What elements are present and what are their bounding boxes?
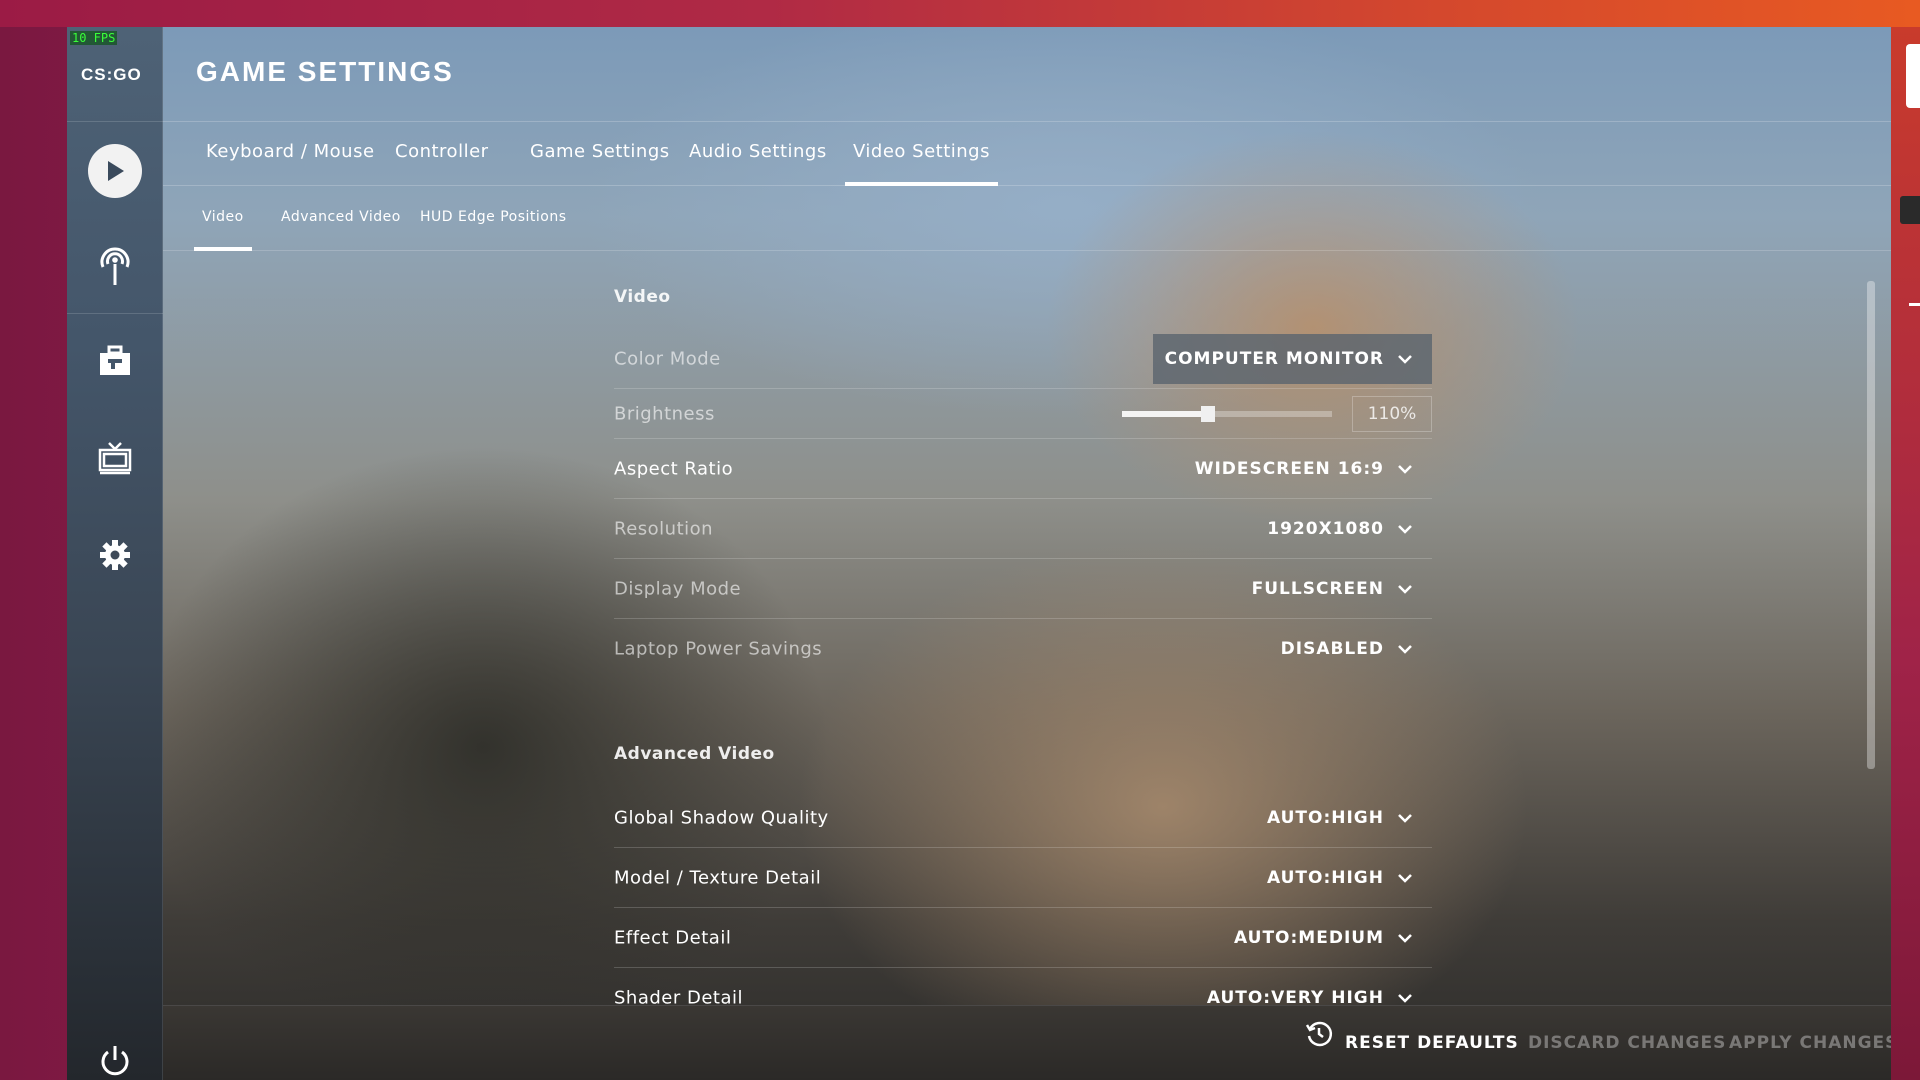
settings-header: GAME SETTINGS <box>163 27 1891 122</box>
setting-row-shadow-quality: Global Shadow Quality AUTO:HIGH <box>614 788 1432 848</box>
game-window: 10 FPS CS:GO GAME SETTINGS Keyboard / Mo… <box>67 27 1891 1080</box>
setting-row-color-mode: Color Mode COMPUTER MONITOR <box>614 329 1432 389</box>
setting-row-texture-detail: Model / Texture Detail AUTO:HIGH <box>614 848 1432 908</box>
power-icon <box>99 1043 131 1080</box>
divider <box>67 121 163 122</box>
quit-button[interactable] <box>67 1027 163 1080</box>
dropdown-value: AUTO:HIGH <box>1266 867 1384 888</box>
slider-handle[interactable] <box>1201 405 1216 422</box>
reset-defaults-button[interactable]: RESET DEFAULTS <box>1305 1006 1519 1080</box>
setting-label: Laptop Power Savings <box>614 638 823 660</box>
resolution-dropdown[interactable]: 1920X1080 <box>1255 504 1432 554</box>
chevron-down-icon <box>1398 868 1412 888</box>
chevron-down-icon <box>1398 349 1412 369</box>
desktop-top-bar <box>0 0 1920 27</box>
desktop-side-marker <box>1909 303 1920 306</box>
desktop-side-tab[interactable] <box>1900 196 1920 224</box>
watch-tv-icon <box>97 441 133 479</box>
setting-label: Display Mode <box>614 578 742 599</box>
shader-detail-dropdown[interactable]: AUTO:VERY HIGH <box>1195 973 1432 1006</box>
dropdown-value: COMPUTER MONITOR <box>1164 348 1384 369</box>
dropdown-value: DISABLED <box>1280 639 1384 659</box>
watch-button[interactable] <box>67 425 163 495</box>
section-title-video: Video <box>614 287 671 307</box>
inventory-button[interactable] <box>67 328 163 398</box>
setting-row-resolution: Resolution 1920X1080 <box>614 499 1432 559</box>
chevron-down-icon <box>1398 639 1412 659</box>
reset-defaults-label: RESET DEFAULTS <box>1345 1033 1519 1053</box>
play-button[interactable] <box>67 136 163 206</box>
setting-row-display-mode: Display Mode FULLSCREEN <box>614 559 1432 619</box>
tab-keyboard-mouse[interactable]: Keyboard / Mouse <box>198 122 383 186</box>
chevron-down-icon <box>1398 928 1412 948</box>
tab-controller[interactable]: Controller <box>387 122 497 186</box>
chevron-down-icon <box>1398 988 1412 1006</box>
broadcast-icon <box>96 245 134 291</box>
texture-detail-dropdown[interactable]: AUTO:HIGH <box>1255 853 1432 903</box>
setting-row-aspect-ratio: Aspect Ratio WIDESCREEN 16:9 <box>614 439 1432 499</box>
logo-text: CS:GO <box>81 65 142 84</box>
brightness-slider[interactable] <box>1122 405 1332 422</box>
csgo-logo: CS:GO <box>81 65 147 91</box>
dropdown-value: AUTO:VERY HIGH <box>1206 987 1384 1006</box>
fps-counter: 10 FPS <box>70 31 118 45</box>
desktop-right-edge <box>1891 27 1920 1080</box>
apply-changes-button[interactable]: APPLY CHANGES <box>1729 1006 1891 1080</box>
dropdown-value: 1920X1080 <box>1267 518 1384 539</box>
play-icon <box>88 144 142 198</box>
settings-content: Video Color Mode COMPUTER MONITOR Bright… <box>163 251 1891 1005</box>
dropdown-value: AUTO:HIGH <box>1266 807 1384 828</box>
slider-fill <box>1122 410 1209 417</box>
tab-audio-settings[interactable]: Audio Settings <box>681 122 835 186</box>
divider <box>67 313 163 314</box>
watch-broadcast-button[interactable] <box>67 233 163 303</box>
setting-row-effect-detail: Effect Detail AUTO:MEDIUM <box>614 908 1432 968</box>
discard-changes-button[interactable]: DISCARD CHANGES <box>1528 1006 1726 1080</box>
subtab-advanced-video[interactable]: Advanced Video <box>273 186 409 251</box>
effect-detail-dropdown[interactable]: AUTO:MEDIUM <box>1222 913 1432 963</box>
setting-label: Shader Detail <box>614 987 744 1005</box>
main-sidebar: 10 FPS CS:GO <box>67 27 163 1080</box>
video-subtabs: Video Advanced Video HUD Edge Positions <box>163 186 1891 251</box>
setting-label: Global Shadow Quality <box>614 807 829 828</box>
dropdown-value: FULLSCREEN <box>1251 578 1384 599</box>
settings-footer: RESET DEFAULTS DISCARD CHANGES APPLY CHA… <box>163 1005 1891 1080</box>
setting-label: Resolution <box>614 518 714 539</box>
setting-label: Brightness <box>614 403 715 424</box>
chevron-down-icon <box>1398 459 1412 479</box>
inventory-briefcase-icon <box>98 345 132 381</box>
chevron-down-icon <box>1398 519 1412 539</box>
shadow-quality-dropdown[interactable]: AUTO:HIGH <box>1255 793 1432 843</box>
dropdown-value: WIDESCREEN 16:9 <box>1194 458 1384 479</box>
chevron-down-icon <box>1398 808 1412 828</box>
tab-video-settings[interactable]: Video Settings <box>845 122 998 186</box>
aspect-ratio-dropdown[interactable]: WIDESCREEN 16:9 <box>1183 444 1432 494</box>
page-title: GAME SETTINGS <box>196 56 454 87</box>
setting-label: Effect Detail <box>614 927 732 948</box>
setting-row-shader-detail: Shader Detail AUTO:VERY HIGH <box>614 968 1432 1005</box>
history-reset-icon <box>1305 1006 1333 1080</box>
subtab-video[interactable]: Video <box>194 186 252 251</box>
setting-label: Model / Texture Detail <box>614 867 822 888</box>
section-title-advanced-video: Advanced Video <box>614 744 775 764</box>
laptop-power-dropdown[interactable]: DISABLED <box>1269 624 1432 674</box>
settings-gear-icon <box>99 539 131 575</box>
desktop-side-widget[interactable] <box>1906 44 1920 108</box>
dropdown-value: AUTO:MEDIUM <box>1234 927 1384 948</box>
settings-button[interactable] <box>67 522 163 592</box>
setting-row-laptop-power: Laptop Power Savings DISABLED <box>614 619 1432 679</box>
display-mode-dropdown[interactable]: FULLSCREEN <box>1240 564 1432 614</box>
color-mode-dropdown[interactable]: COMPUTER MONITOR <box>1152 333 1432 384</box>
brightness-value-field[interactable]: 110% <box>1352 395 1432 432</box>
settings-tabs: Keyboard / Mouse Controller Game Setting… <box>163 122 1891 186</box>
setting-label: Color Mode <box>614 348 721 369</box>
setting-row-brightness: Brightness 110% <box>614 389 1432 439</box>
chevron-down-icon <box>1398 579 1412 599</box>
content-scrollbar[interactable] <box>1867 281 1875 769</box>
tab-game-settings[interactable]: Game Settings <box>522 122 678 186</box>
subtab-hud-edge-positions[interactable]: HUD Edge Positions <box>412 186 575 251</box>
setting-label: Aspect Ratio <box>614 458 734 479</box>
